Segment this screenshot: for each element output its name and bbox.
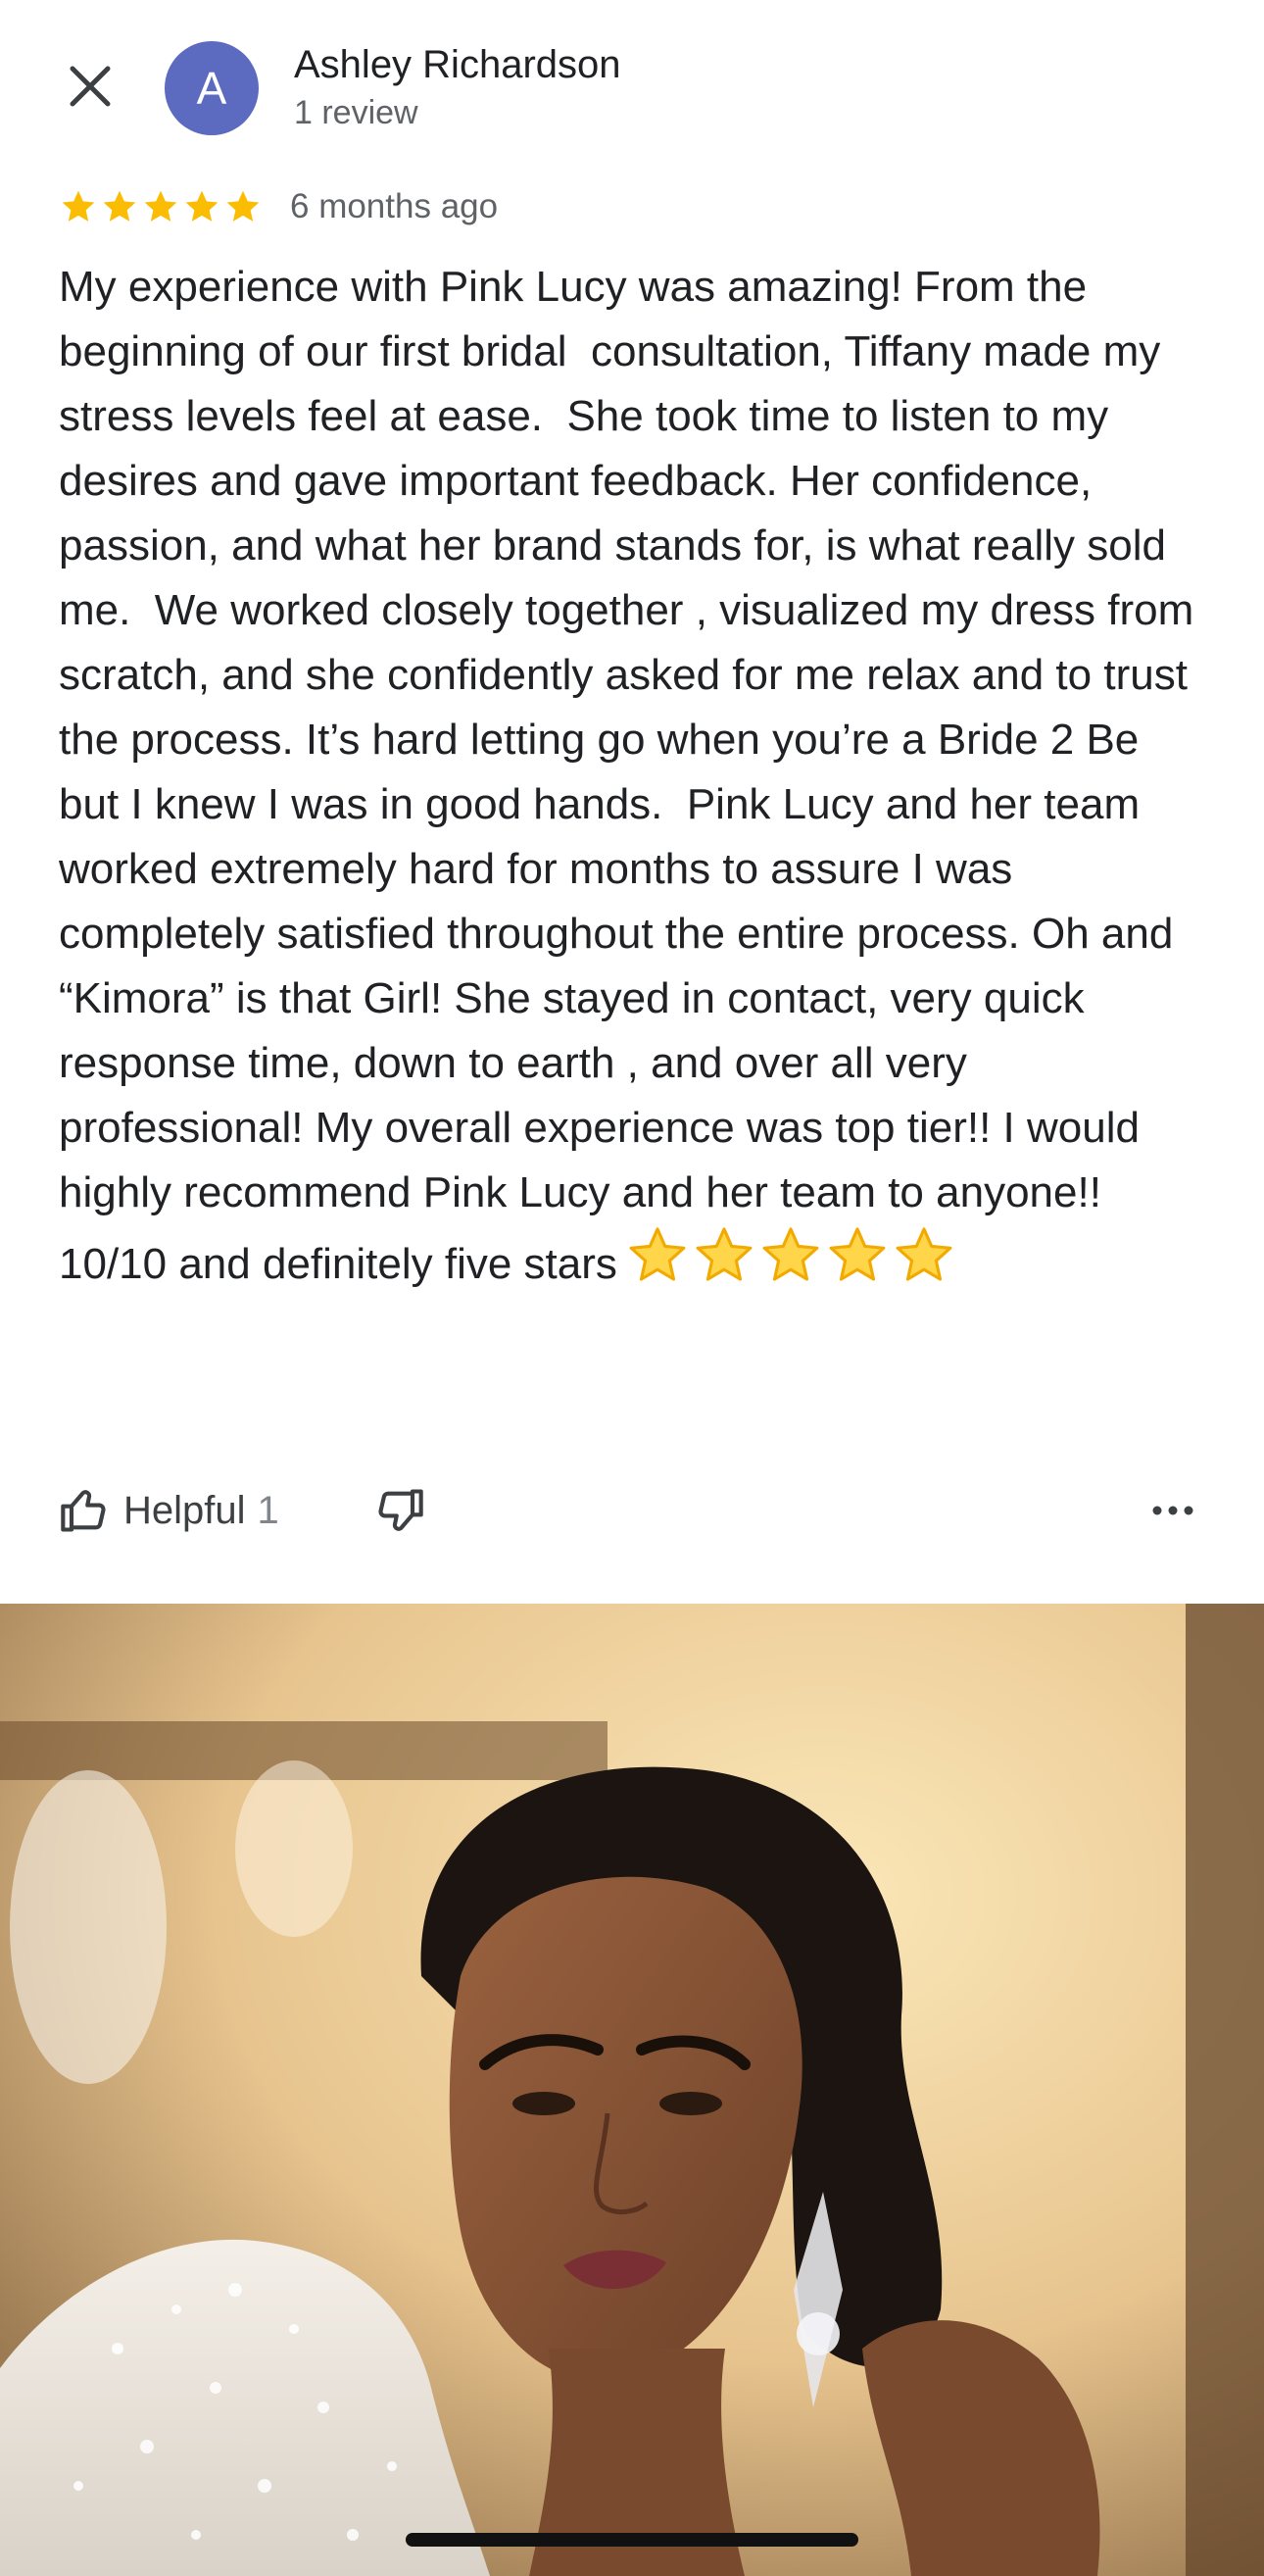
review-body: My experience with Pink Lucy was amazing… [59, 255, 1205, 1297]
thumbs-down-icon [378, 1489, 423, 1531]
star-icon [185, 190, 219, 222]
star-emoji-icon [762, 1227, 819, 1281]
review-photo[interactable] [0, 1604, 1264, 2576]
star-icon [62, 190, 95, 222]
helpful-button[interactable]: Helpful 1 [59, 1478, 279, 1543]
star-icon [226, 190, 260, 222]
star-icon [103, 190, 136, 222]
star-emoji-icon [696, 1227, 753, 1281]
star-emoji-icon [829, 1227, 886, 1281]
review-actions: Helpful 1 [59, 1478, 1205, 1543]
review-text: My experience with Pink Lucy was amazing… [59, 263, 1206, 1288]
reviewer-review-count: 1 review [294, 94, 418, 131]
more-horizontal-icon [1152, 1506, 1193, 1515]
rating-row: 6 months ago [59, 180, 498, 233]
review-time: 6 months ago [290, 187, 499, 225]
not-helpful-button[interactable] [374, 1478, 425, 1543]
star-rating [59, 187, 263, 226]
helpful-label: Helpful [123, 1488, 246, 1532]
review-header: A Ashley Richardson 1 review [0, 0, 1264, 167]
bride-portrait-image [0, 1604, 1264, 2576]
star-emoji-icon [896, 1227, 952, 1281]
more-options-button[interactable] [1141, 1478, 1205, 1543]
avatar[interactable]: A [165, 41, 259, 135]
helpful-count: 1 [257, 1488, 279, 1532]
review-detail-screen: A Ashley Richardson 1 review 6 months ag… [0, 0, 1264, 2576]
home-indicator[interactable] [406, 2533, 858, 2547]
close-button[interactable] [61, 57, 120, 116]
close-icon [70, 66, 111, 107]
thumbs-up-icon [61, 1490, 106, 1532]
reviewer-name[interactable]: Ashley Richardson [294, 43, 621, 87]
star-icon [144, 190, 177, 222]
star-emoji-icon [629, 1227, 686, 1281]
review-emoji-stars [627, 1225, 954, 1286]
